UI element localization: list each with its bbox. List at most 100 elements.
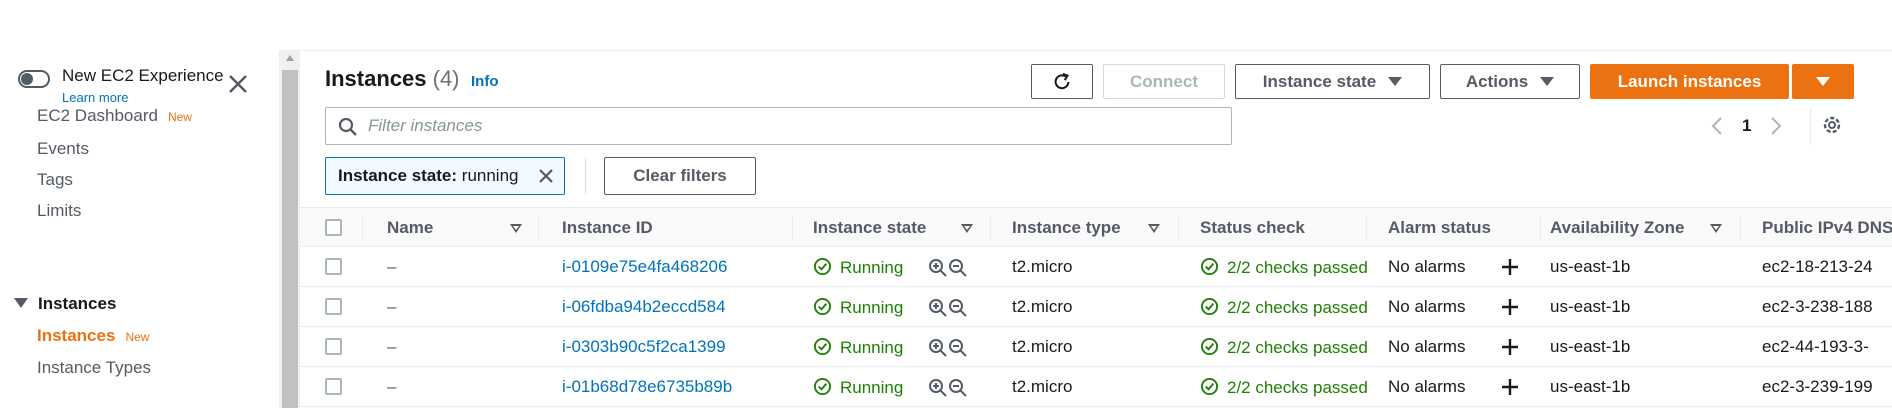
cell-instance-state: Running	[813, 337, 903, 358]
table-row[interactable]: – i-0109e75e4fa468206 Running t2.micro 2/2 c…	[300, 247, 1892, 287]
plus-icon[interactable]	[1500, 297, 1520, 317]
sidebar-item-instances[interactable]: Instances New	[37, 326, 149, 346]
close-icon[interactable]	[536, 166, 556, 186]
sort-icon[interactable]	[1148, 224, 1160, 233]
column-header-public-ipv4-dns[interactable]: Public IPv4 DNS	[1762, 218, 1892, 238]
status-check-text: 2/2 checks passed	[1227, 258, 1368, 277]
cell-availability-zone: us-east-1b	[1550, 377, 1631, 396]
dns-clip: ec2-3-239-199	[1762, 367, 1892, 407]
actions-dropdown[interactable]: Actions	[1440, 64, 1580, 99]
plus-icon[interactable]	[1500, 377, 1520, 397]
table-row[interactable]: – i-01b68d78e6735b89b Running t2.micro 2/2 c…	[300, 367, 1892, 407]
sidebar-item-limits[interactable]: Limits	[37, 201, 81, 221]
table-row[interactable]: – i-06fdba94b2eccd584 Running t2.micro 2/2 c…	[300, 287, 1892, 327]
gear-icon[interactable]	[1820, 113, 1844, 137]
column-header-alarm-status[interactable]: Alarm status	[1388, 218, 1491, 238]
table-row[interactable]: – i-0303b90c5f2ca1399 Running t2.micro 2/2 c…	[300, 327, 1892, 367]
dns-clip: ec2-18-213-24	[1762, 247, 1892, 287]
chevron-left-icon[interactable]	[1710, 116, 1724, 136]
new-badge: New	[167, 110, 192, 124]
launch-instances-button[interactable]: Launch instances	[1590, 64, 1789, 99]
column-header-instance-type[interactable]: Instance type	[1012, 218, 1121, 238]
connect-button[interactable]: Connect	[1103, 64, 1225, 99]
top-band	[0, 0, 1892, 50]
chevron-right-icon[interactable]	[1769, 116, 1783, 136]
cell-status-check[interactable]: 2/2 checks passed	[1200, 257, 1368, 278]
zoom-out-icon[interactable]	[948, 378, 968, 398]
caret-down-icon	[1388, 77, 1403, 86]
cell-status-check[interactable]: 2/2 checks passed	[1200, 377, 1368, 398]
cell-alarm-status: No alarms	[1388, 337, 1466, 356]
instance-state-label: Instance state	[1262, 71, 1377, 91]
filter-search-box[interactable]	[325, 107, 1232, 145]
instance-state-text: Running	[840, 298, 904, 317]
sort-icon[interactable]	[1710, 224, 1722, 233]
sidebar-item-label: Instances	[37, 326, 116, 345]
cell-instance-id-link[interactable]: i-0303b90c5f2ca1399	[562, 337, 726, 357]
cell-status-check[interactable]: 2/2 checks passed	[1200, 297, 1368, 318]
instance-state-text: Running	[840, 378, 904, 397]
sidebar-item-label: EC2 Dashboard	[37, 106, 158, 125]
cell-public-ipv4-dns: ec2-44-193-3-	[1762, 337, 1869, 356]
cell-instance-id-link[interactable]: i-01b68d78e6735b89b	[562, 377, 732, 397]
plus-icon[interactable]	[1500, 257, 1520, 277]
cell-instance-id-link[interactable]: i-06fdba94b2eccd584	[562, 297, 726, 317]
sort-icon[interactable]	[961, 224, 973, 233]
status-check-text: 2/2 checks passed	[1227, 298, 1368, 317]
cell-public-ipv4-dns: ec2-3-239-199	[1762, 377, 1873, 396]
divider	[585, 159, 586, 193]
sidebar-item-ec2-dashboard[interactable]: EC2 Dashboard New	[37, 106, 192, 126]
cell-name: –	[387, 377, 397, 396]
column-header-status-check[interactable]: Status check	[1200, 218, 1305, 238]
zoom-out-icon[interactable]	[948, 338, 968, 358]
zoom-out-icon[interactable]	[948, 298, 968, 318]
new-experience-toggle[interactable]	[18, 70, 50, 88]
sidebar-scrollbar[interactable]	[280, 50, 300, 408]
learn-more-link[interactable]: Learn more	[62, 90, 128, 105]
zoom-in-icon[interactable]	[928, 258, 948, 278]
caret-down-icon	[14, 298, 28, 308]
check-circle-icon	[813, 377, 832, 396]
column-header-clip: Public IPv4 DNS	[1762, 208, 1892, 248]
page-number[interactable]: 1	[1742, 116, 1751, 136]
sidebar-section-instances[interactable]: Instances	[14, 294, 116, 314]
close-icon[interactable]	[226, 72, 250, 96]
sidebar-item-events[interactable]: Events	[37, 139, 89, 159]
refresh-button[interactable]	[1031, 64, 1093, 99]
cell-public-ipv4-dns: ec2-3-238-188	[1762, 297, 1873, 316]
toggle-knob	[21, 73, 33, 85]
zoom-in-icon[interactable]	[928, 378, 948, 398]
plus-icon[interactable]	[1500, 337, 1520, 357]
select-all-checkbox[interactable]	[325, 219, 342, 236]
caret-down-icon	[1816, 77, 1830, 86]
pagination: 1	[1710, 111, 1820, 141]
zoom-in-icon[interactable]	[928, 338, 948, 358]
filter-instances-input[interactable]	[368, 112, 1218, 140]
check-circle-icon	[1200, 377, 1219, 396]
row-checkbox[interactable]	[325, 258, 342, 275]
launch-options-dropdown[interactable]	[1792, 64, 1854, 99]
column-header-availability-zone[interactable]: Availability Zone	[1550, 218, 1684, 238]
sidebar-item-instance-types[interactable]: Instance Types	[37, 358, 151, 378]
cell-status-check[interactable]: 2/2 checks passed	[1200, 337, 1368, 358]
scrollbar-thumb[interactable]	[282, 70, 298, 408]
row-checkbox[interactable]	[325, 298, 342, 315]
instance-state-dropdown[interactable]: Instance state	[1235, 64, 1430, 99]
cell-instance-id-link[interactable]: i-0109e75e4fa468206	[562, 257, 727, 277]
row-checkbox[interactable]	[325, 338, 342, 355]
sidebar-item-label: Tags	[37, 170, 73, 189]
column-header-instance-state[interactable]: Instance state	[813, 218, 926, 238]
sidebar-item-tags[interactable]: Tags	[37, 170, 73, 190]
info-link[interactable]: Info	[471, 73, 499, 90]
scroll-up-icon[interactable]	[286, 55, 294, 61]
zoom-in-icon[interactable]	[928, 298, 948, 318]
column-header-name[interactable]: Name	[387, 218, 433, 238]
filter-token[interactable]: Instance state: running	[325, 157, 565, 195]
column-header-instance-id[interactable]: Instance ID	[562, 218, 653, 238]
sort-icon[interactable]	[510, 224, 522, 233]
row-checkbox[interactable]	[325, 378, 342, 395]
clear-filters-button[interactable]: Clear filters	[604, 157, 756, 195]
zoom-out-icon[interactable]	[948, 258, 968, 278]
divider	[1810, 107, 1811, 145]
new-experience-toggle-row: New EC2 Experience Learn more	[18, 64, 258, 105]
